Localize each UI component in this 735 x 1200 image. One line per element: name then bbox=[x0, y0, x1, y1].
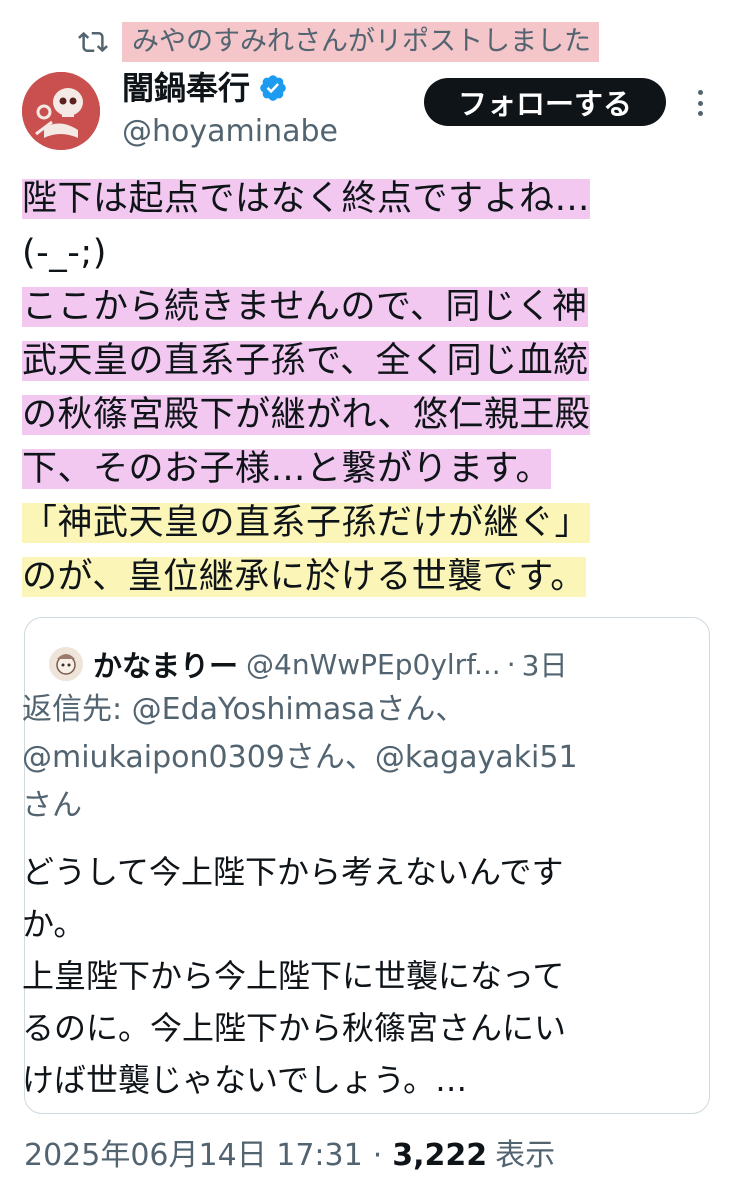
tweet-line: 下、そのお子様…と繋がります。 bbox=[22, 442, 722, 496]
dot bbox=[697, 100, 703, 106]
tweet-line-text: (-_-;) bbox=[22, 233, 107, 273]
quoted-author-name[interactable]: かなまりー bbox=[93, 643, 238, 685]
verified-badge-icon bbox=[260, 75, 286, 101]
quoted-text-line: 上皇陛下から今上陛下に世襲になって bbox=[22, 957, 565, 995]
tweet-line: のが、皇位継承に於ける世襲です。 bbox=[22, 550, 722, 604]
quoted-tweet-header: かなまりー @4nWwPEp0ylrf... · 3日 bbox=[49, 644, 567, 684]
repost-indicator[interactable]: みやのすみれさんがリポストしました bbox=[78, 22, 599, 62]
separator-dot: · bbox=[506, 647, 516, 681]
separator-dot: · bbox=[372, 1138, 383, 1173]
tweet-line: 陛下は起点ではなく終点ですよね… bbox=[22, 172, 722, 226]
quoted-text-line: るのに。今上陛下から秋篠宮さんにい bbox=[22, 1009, 567, 1047]
tweet-line: の秋篠宮殿下が継がれ、悠仁親王殿 bbox=[22, 388, 722, 442]
dot bbox=[697, 111, 703, 116]
tweet-timestamp[interactable]: 2025年06月14日 17:31 bbox=[24, 1134, 363, 1178]
skull-icon bbox=[22, 72, 100, 150]
tweet-text: 陛下は起点ではなく終点ですよね… (-_-;) ここから続きませんので、同じく神… bbox=[22, 172, 722, 604]
repost-icon bbox=[78, 31, 108, 53]
reply-line: さん bbox=[22, 788, 82, 823]
follow-button[interactable]: フォローする bbox=[424, 78, 666, 126]
tweet-line-text: の秋篠宮殿下が継がれ、悠仁親王殿 bbox=[22, 395, 591, 435]
tweet-line-text: 陛下は起点ではなく終点ですよね… bbox=[22, 179, 591, 219]
reply-line: 返信先: @EdaYoshimasaさん、 bbox=[22, 692, 466, 727]
tweet-line-text: ここから続きませんので、同じく神 bbox=[22, 287, 588, 327]
tweet-line-text: 武天皇の直系子孫で、全く同じ血統 bbox=[22, 341, 589, 381]
tweet-line: 武天皇の直系子孫で、全く同じ血統 bbox=[22, 334, 722, 388]
quoted-tweet-text: どうして今上陛下から考えないんです か。 上皇陛下から今上陛下に世襲になって る… bbox=[22, 846, 566, 1106]
reply-line: @miukaipon0309さん、@kagayaki51 bbox=[22, 740, 578, 775]
tweet-line: (-_-;) bbox=[22, 226, 722, 280]
repost-text: みやのすみれさんがリポストしました bbox=[122, 22, 599, 62]
tweet-line: ここから続きませんので、同じく神 bbox=[22, 280, 722, 334]
views-label: 表示 bbox=[495, 1138, 556, 1173]
dot bbox=[697, 90, 703, 95]
quoted-author-avatar[interactable] bbox=[49, 647, 83, 681]
tweet-line-text: 「神武天皇の直系子孫だけが継ぐ」 bbox=[22, 503, 591, 543]
character-avatar-icon bbox=[49, 647, 83, 681]
tweet-line-text: 下、そのお子様…と繋がります。 bbox=[22, 449, 552, 489]
tweet-line-text: のが、皇位継承に於ける世襲です。 bbox=[22, 557, 586, 597]
author-name-text: 闇鍋奉行 bbox=[122, 69, 251, 107]
more-options-icon[interactable] bbox=[684, 90, 716, 116]
tweet-footer: 2025年06月14日 17:31 · 3,222 表示 bbox=[24, 1134, 555, 1178]
quoted-author-handle[interactable]: @4nWwPEp0ylrf... bbox=[246, 648, 501, 681]
tweet-line: 「神武天皇の直系子孫だけが継ぐ」 bbox=[22, 496, 722, 550]
quoted-tweet-date[interactable]: 3日 bbox=[522, 644, 568, 684]
views-count: 3,222 bbox=[392, 1138, 488, 1173]
reply-to-line: 返信先: @EdaYoshimasaさん、 @miukaipon0309さん、@… bbox=[22, 686, 578, 830]
author-handle[interactable]: @hoyaminabe bbox=[122, 112, 338, 152]
author-avatar[interactable] bbox=[22, 72, 100, 150]
quoted-text-line: か。 bbox=[22, 905, 86, 943]
quoted-text-line: どうして今上陛下から考えないんです bbox=[22, 853, 564, 891]
quoted-text-line: けば世襲じゃないでしょう。… bbox=[22, 1061, 468, 1099]
author-name[interactable]: 闇鍋奉行 bbox=[122, 68, 288, 108]
